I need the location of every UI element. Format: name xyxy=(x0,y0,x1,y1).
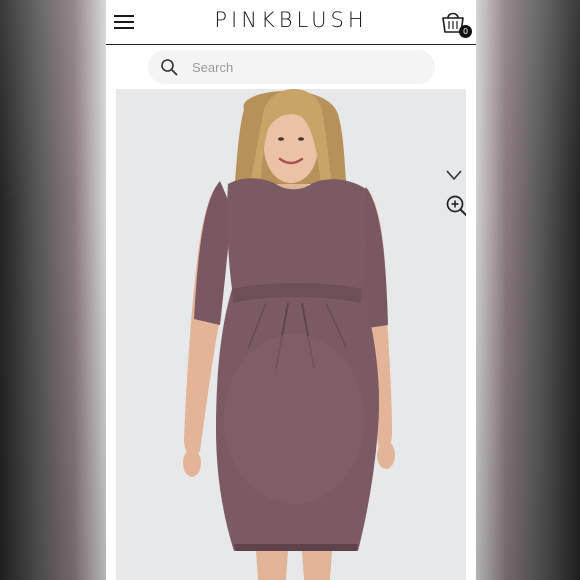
search-area xyxy=(106,46,476,88)
blurred-background-left xyxy=(0,0,106,580)
search-icon[interactable] xyxy=(160,58,178,76)
top-navigation-bar: PINKBLUSH 0 xyxy=(106,0,476,45)
zoom-in-icon[interactable] xyxy=(445,194,466,218)
phone-screen: PINKBLUSH 0 xyxy=(106,0,476,580)
screenshot-frame: PINKBLUSH 0 xyxy=(0,0,580,580)
cart-button[interactable]: 0 xyxy=(440,8,472,40)
hamburger-menu-icon[interactable] xyxy=(112,10,136,34)
model-in-dress-illustration xyxy=(116,89,466,580)
blurred-background-right xyxy=(474,0,580,580)
brand-logo[interactable]: PINKBLUSH xyxy=(214,8,367,32)
search-input[interactable] xyxy=(192,59,392,75)
heart-icon[interactable] xyxy=(445,169,463,181)
product-image[interactable] xyxy=(116,89,466,580)
cart-count-badge: 0 xyxy=(459,25,472,38)
search-bar[interactable] xyxy=(148,50,435,84)
